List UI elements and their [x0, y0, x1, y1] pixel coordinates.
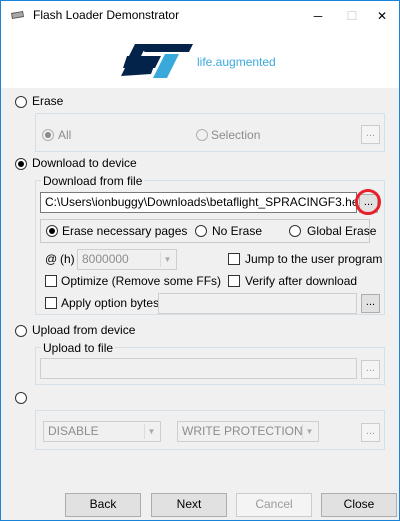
erase-selection-browse-button[interactable]: ...: [361, 125, 380, 144]
erase-radio[interactable]: [15, 96, 27, 108]
erase-all-label: All: [58, 128, 72, 142]
erase-necessary-pages-label: Erase necessary pages: [62, 224, 188, 238]
optimize-label: Optimize (Remove some FFs): [61, 274, 222, 288]
apply-option-bytes-label: Apply option bytes: [61, 296, 160, 310]
window-title: Flash Loader Demonstrator: [33, 8, 180, 22]
chevron-down-icon: ▼: [160, 252, 174, 267]
address-combo[interactable]: 8000000 ▼: [77, 249, 177, 270]
upload-to-file-title: Upload to file: [41, 341, 116, 355]
verify-checkbox[interactable]: [228, 275, 240, 287]
option-bytes-browse-button[interactable]: ...: [361, 294, 380, 313]
erase-options-group: [35, 113, 385, 152]
protection-browse-button[interactable]: ...: [361, 423, 380, 442]
back-button[interactable]: Back: [65, 493, 141, 517]
erase-selection-radio[interactable]: [196, 129, 208, 141]
disable-value: DISABLE: [48, 424, 99, 438]
chevron-down-icon: ▼: [302, 424, 316, 439]
no-erase-radio[interactable]: [195, 225, 207, 237]
no-erase-label: No Erase: [212, 224, 263, 238]
upload-label: Upload from device: [32, 323, 136, 337]
download-from-file-title: Download from file: [41, 174, 145, 188]
close-window-button[interactable]: ✕: [365, 1, 399, 30]
erase-selection-label: Selection: [211, 128, 261, 142]
brand-tagline: life.augmented: [197, 55, 276, 69]
minimize-button[interactable]: ─: [301, 1, 335, 30]
chevron-down-icon: ▼: [144, 424, 158, 439]
optimize-checkbox[interactable]: [45, 275, 57, 287]
write-protection-combo[interactable]: WRITE PROTECTION ▼: [177, 421, 319, 442]
upload-browse-button[interactable]: ...: [361, 360, 380, 379]
option-bytes-field[interactable]: [158, 293, 357, 314]
global-erase-radio[interactable]: [289, 225, 301, 237]
download-file-path-field[interactable]: C:\Users\ionbuggy\Downloads\betaflight_S…: [40, 192, 357, 213]
button-bar: Back Next Cancel Close: [1, 481, 399, 520]
title-bar: Flash Loader Demonstrator ─ ☐ ✕: [1, 1, 399, 30]
disable-combo[interactable]: DISABLE ▼: [43, 421, 161, 442]
erase-all-radio[interactable]: [42, 129, 54, 141]
hex-label: (h): [60, 252, 75, 266]
app-window: Flash Loader Demonstrator ─ ☐ ✕ life.aug…: [0, 0, 400, 521]
flash-loader-app-icon: [9, 9, 25, 21]
jump-to-program-label: Jump to the user program: [245, 252, 383, 266]
highlight-circle: [355, 189, 381, 215]
upload-file-path-field[interactable]: [40, 358, 357, 379]
cancel-button[interactable]: Cancel: [236, 493, 312, 517]
apply-option-bytes-checkbox[interactable]: [45, 297, 57, 309]
client-area: life.augmented Erase All Selection ... D…: [1, 30, 399, 520]
erase-label: Erase: [32, 94, 64, 108]
protection-radio[interactable]: [15, 392, 27, 404]
st-logo-icon: [121, 36, 195, 85]
write-protection-value: WRITE PROTECTION: [182, 424, 303, 438]
address-value: 8000000: [82, 252, 129, 266]
at-label: @: [45, 252, 58, 266]
download-label: Download to device: [32, 156, 137, 170]
global-erase-label: Global Erase: [307, 224, 377, 238]
logo-banner: life.augmented: [1, 30, 399, 88]
verify-label: Verify after download: [245, 274, 358, 288]
erase-necessary-pages-radio[interactable]: [46, 225, 58, 237]
maximize-button[interactable]: ☐: [335, 1, 369, 30]
download-radio[interactable]: [15, 158, 27, 170]
next-button[interactable]: Next: [151, 493, 227, 517]
upload-radio[interactable]: [15, 325, 27, 337]
close-button[interactable]: Close: [321, 493, 397, 517]
jump-to-program-checkbox[interactable]: [228, 253, 240, 265]
